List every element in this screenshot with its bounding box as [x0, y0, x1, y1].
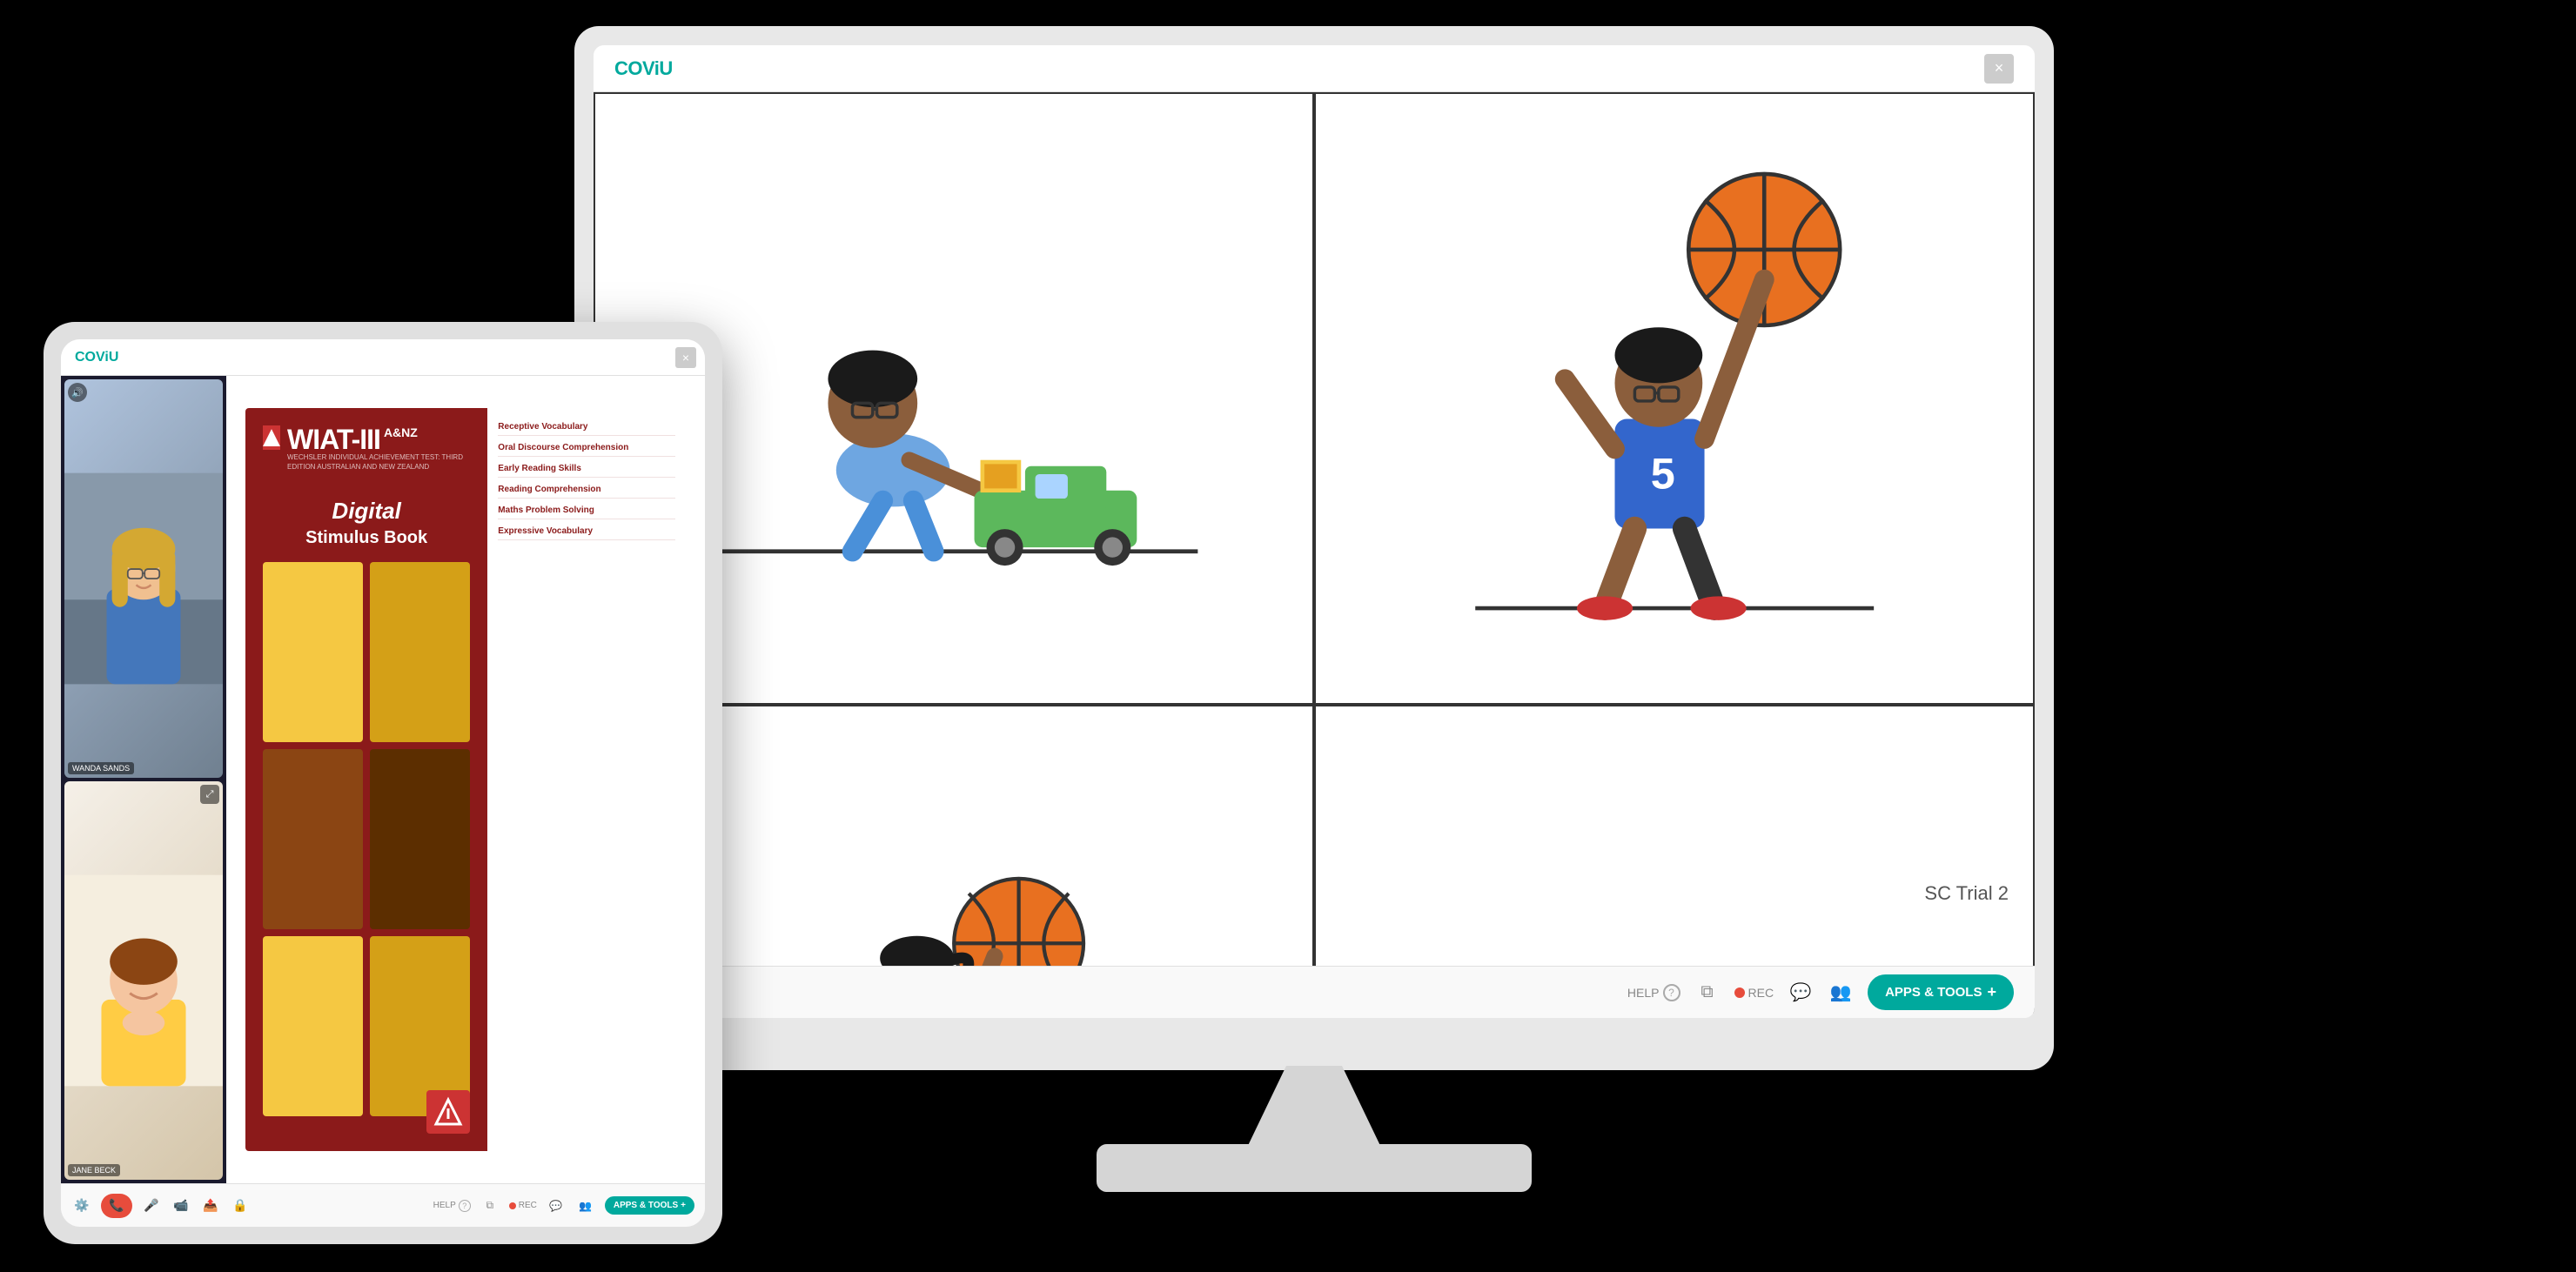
wiat-menu-receptive: Receptive Vocabulary [498, 422, 675, 436]
video-tile-wanda: 🔊 WANDA SANDS [64, 379, 223, 778]
tablet: COViU × [44, 322, 722, 1244]
trial-label: SC Trial 2 [1924, 882, 2009, 905]
expand-icon-jane[interactable]: ⤢ [200, 785, 219, 804]
wiat-left-panel: WIAT-III A&NZ WECHSLER INDIVIDUAL ACHIEV… [245, 408, 487, 1151]
wiat-digital-title: Digital [263, 498, 470, 525]
wiat-title-sup: A&NZ [384, 425, 418, 439]
quad-grid: 5 [594, 92, 2035, 966]
illustration-truck [649, 140, 1258, 658]
wiat-logo-bottom-svg [433, 1096, 464, 1128]
swatch-dark-brown [370, 749, 470, 929]
wiat-logo-bottom [426, 1090, 470, 1134]
monitor-stand-neck [1244, 1066, 1384, 1153]
layers-icon-tablet[interactable]: ⧉ [480, 1195, 500, 1216]
chat-icon-monitor[interactable]: 💬 [1788, 980, 1814, 1006]
people-icon-monitor[interactable]: 👥 [1828, 980, 1854, 1006]
wiat-book: WIAT-III A&NZ WECHSLER INDIVIDUAL ACHIEV… [226, 376, 705, 1183]
wiat-logo-inner [263, 429, 280, 446]
swatch-yellow-2 [263, 936, 363, 1116]
jane-avatar [64, 781, 223, 1180]
swatch-brown [263, 749, 363, 929]
wiat-menu-early-reading: Early Reading Skills [498, 464, 675, 478]
rec-dot [1734, 987, 1745, 998]
tablet-bottombar: ⚙️ 📞 🎤 📹 📤 🔒 HELP ? ⧉ REC 💬 👥 [61, 1183, 705, 1227]
mic-icon-tablet[interactable]: 🎤 [141, 1195, 162, 1216]
close-button-monitor[interactable]: × [1984, 54, 2014, 84]
coviu-logo-monitor: COViU [614, 57, 673, 80]
help-circle-icon: ? [1663, 984, 1680, 1001]
rec-button-monitor[interactable]: REC [1734, 986, 1774, 1000]
monitor-bottombar: 🔒 HELP ? ⧉ REC 💬 👥 APPS & TOOLS + [594, 966, 2035, 1018]
mute-icon-wanda[interactable]: 🔊 [68, 383, 87, 402]
jane-label: JANE BECK [68, 1164, 120, 1176]
illustration-basketball-boy: 5 [1370, 140, 1979, 658]
wiat-cover: WIAT-III A&NZ WECHSLER INDIVIDUAL ACHIEV… [245, 408, 686, 1151]
coviu-logo-tablet: COViU [75, 350, 118, 365]
layers-icon[interactable]: ⧉ [1694, 980, 1721, 1006]
svg-text:5: 5 [1651, 448, 1675, 498]
wanda-label: WANDA SANDS [68, 762, 134, 774]
tablet-main-content: WIAT-III A&NZ WECHSLER INDIVIDUAL ACHIEV… [226, 376, 705, 1183]
wanda-avatar [64, 379, 223, 778]
wiat-swatches [263, 562, 470, 1134]
share-icon-tablet[interactable]: 📤 [200, 1195, 221, 1216]
swatch-dark-yellow [370, 562, 470, 742]
monitor-topbar: COViU × [594, 45, 2035, 92]
wiat-title-block: WIAT-III A&NZ WECHSLER INDIVIDUAL ACHIEV… [287, 425, 470, 485]
monitor-content: 5 [594, 92, 2035, 966]
tablet-topbar: COViU × [61, 339, 705, 376]
swatch-dark-yellow-2 [370, 936, 470, 1116]
tablet-screen: COViU × [61, 339, 705, 1227]
video-feed-jane [64, 781, 223, 1180]
plus-icon: + [1987, 983, 1996, 1001]
wiat-menu-expressive: Expressive Vocabulary [498, 526, 675, 540]
wiat-logo-icon [263, 425, 280, 450]
help-button-monitor[interactable]: HELP ? [1627, 984, 1680, 1001]
camera-icon-tablet[interactable]: 📹 [171, 1195, 191, 1216]
help-circle-tablet: ? [459, 1200, 471, 1212]
tablet-shell: COViU × [44, 322, 722, 1244]
rec-button-tablet[interactable]: REC [509, 1201, 537, 1210]
quadrant-2[interactable]: 5 [1314, 92, 2035, 705]
end-call-button-tablet[interactable]: 📞 [101, 1194, 132, 1218]
lock-icon-tablet[interactable]: 🔒 [230, 1195, 251, 1216]
wiat-logo-bar: WIAT-III A&NZ WECHSLER INDIVIDUAL ACHIEV… [263, 425, 470, 489]
apps-tools-button-tablet[interactable]: APPS & TOOLS + [605, 1196, 694, 1215]
close-button-tablet[interactable]: × [675, 347, 696, 368]
chat-icon-tablet[interactable]: 💬 [546, 1195, 567, 1216]
settings-icon-tablet[interactable]: ⚙️ [71, 1195, 92, 1216]
video-tile-jane: ⤢ JANE BECK [64, 781, 223, 1180]
tablet-video-column: 🔊 WANDA SANDS [61, 376, 226, 1183]
wiat-stimulus-book-title: Stimulus Book [263, 528, 470, 548]
video-feed-wanda [64, 379, 223, 778]
monitor-stand-base [1097, 1144, 1532, 1192]
monitor-shell: COViU × [574, 26, 2054, 1070]
wiat-right-panel: Receptive Vocabulary Oral Discourse Comp… [487, 408, 686, 1151]
wiat-subtitle: WECHSLER INDIVIDUAL ACHIEVEMENT TEST: TH… [287, 453, 470, 472]
monitor-screen: COViU × [594, 45, 2035, 1018]
wiat-menu-maths: Maths Problem Solving [498, 505, 675, 519]
desktop-monitor: COViU × [574, 26, 2054, 1201]
swatch-yellow [263, 562, 363, 742]
wiat-title-main: WIAT-III [287, 425, 380, 453]
help-button-tablet[interactable]: HELP ? [433, 1200, 471, 1212]
people-icon-tablet[interactable]: 👥 [575, 1195, 596, 1216]
wiat-menu-reading-comp: Reading Comprehension [498, 485, 675, 499]
wiat-menu-oral: Oral Discourse Comprehension [498, 443, 675, 457]
rec-dot-tablet [509, 1202, 516, 1209]
apps-tools-button-monitor[interactable]: APPS & TOOLS + [1868, 974, 2014, 1010]
